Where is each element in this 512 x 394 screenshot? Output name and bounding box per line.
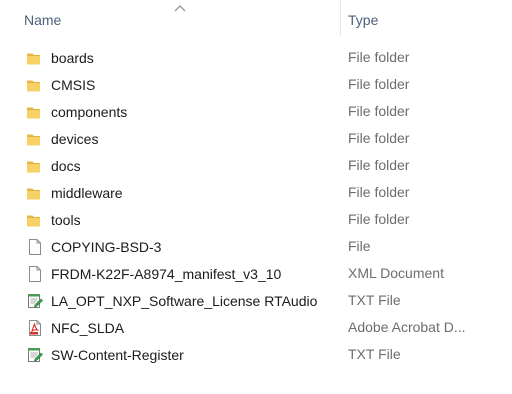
file-type: Adobe Acrobat D... — [348, 319, 466, 335]
folder-icon — [26, 130, 44, 148]
file-row[interactable]: docs File folder — [0, 153, 512, 180]
file-name: CMSIS — [51, 77, 96, 93]
file-name: LA_OPT_NXP_Software_License RTAudio — [51, 293, 318, 309]
type-column-label: Type — [348, 12, 379, 28]
file-row[interactable]: boards File folder — [0, 45, 512, 72]
file-name: docs — [51, 158, 81, 174]
column-header-bar: Name Type — [0, 0, 512, 40]
folder-icon — [26, 211, 44, 229]
file-row[interactable]: middleware File folder — [0, 180, 512, 207]
file-name: tools — [51, 212, 81, 228]
pdf-file-icon — [26, 319, 44, 337]
xml-file-icon — [26, 265, 44, 283]
file-type: File folder — [348, 103, 410, 119]
folder-icon — [26, 76, 44, 94]
file-name: components — [51, 104, 128, 120]
file-name: NFC_SLDA — [51, 320, 125, 336]
file-row[interactable]: tools File folder — [0, 207, 512, 234]
type-column-header[interactable]: Type — [341, 0, 512, 40]
file-name: FRDM-K22F-A8974_manifest_v3_10 — [51, 266, 282, 282]
file-row[interactable]: NFC_SLDA Adobe Acrobat D... — [0, 315, 512, 342]
folder-icon — [26, 157, 44, 175]
file-name: boards — [51, 50, 94, 66]
file-type: XML Document — [348, 265, 444, 281]
file-row[interactable]: LA_OPT_NXP_Software_License RTAudio TXT F… — [0, 288, 512, 315]
file-row[interactable]: SW-Content-Register TXT File — [0, 342, 512, 369]
file-type: File folder — [348, 49, 410, 65]
file-type: File folder — [348, 157, 410, 173]
file-icon — [26, 238, 44, 256]
file-name: devices — [51, 131, 99, 147]
name-column-header[interactable]: Name — [0, 0, 338, 40]
file-type: File folder — [348, 184, 410, 200]
folder-icon — [26, 103, 44, 121]
file-name: COPYING-BSD-3 — [51, 239, 162, 255]
file-row[interactable]: FRDM-K22F-A8974_manifest_v3_10 XML Docume… — [0, 261, 512, 288]
sort-ascending-icon — [174, 5, 186, 12]
file-name: middleware — [51, 185, 123, 201]
file-row[interactable]: CMSIS File folder — [0, 72, 512, 99]
file-explorer-list: Name Type boards File folder CMSIS File fo… — [0, 0, 512, 394]
file-type: File folder — [348, 76, 410, 92]
file-type: File — [348, 238, 371, 254]
text-file-icon — [26, 292, 44, 310]
file-type: TXT File — [348, 346, 401, 362]
file-row[interactable]: components File folder — [0, 99, 512, 126]
file-list: boards File folder CMSIS File folder compo… — [0, 45, 512, 369]
file-type: TXT File — [348, 292, 401, 308]
file-row[interactable]: devices File folder — [0, 126, 512, 153]
file-row[interactable]: COPYING-BSD-3 File — [0, 234, 512, 261]
folder-icon — [26, 184, 44, 202]
folder-icon — [26, 49, 44, 67]
text-file-icon — [26, 346, 44, 364]
file-name: SW-Content-Register — [51, 347, 184, 363]
name-column-label: Name — [24, 12, 62, 28]
file-type: File folder — [348, 211, 410, 227]
file-type: File folder — [348, 130, 410, 146]
